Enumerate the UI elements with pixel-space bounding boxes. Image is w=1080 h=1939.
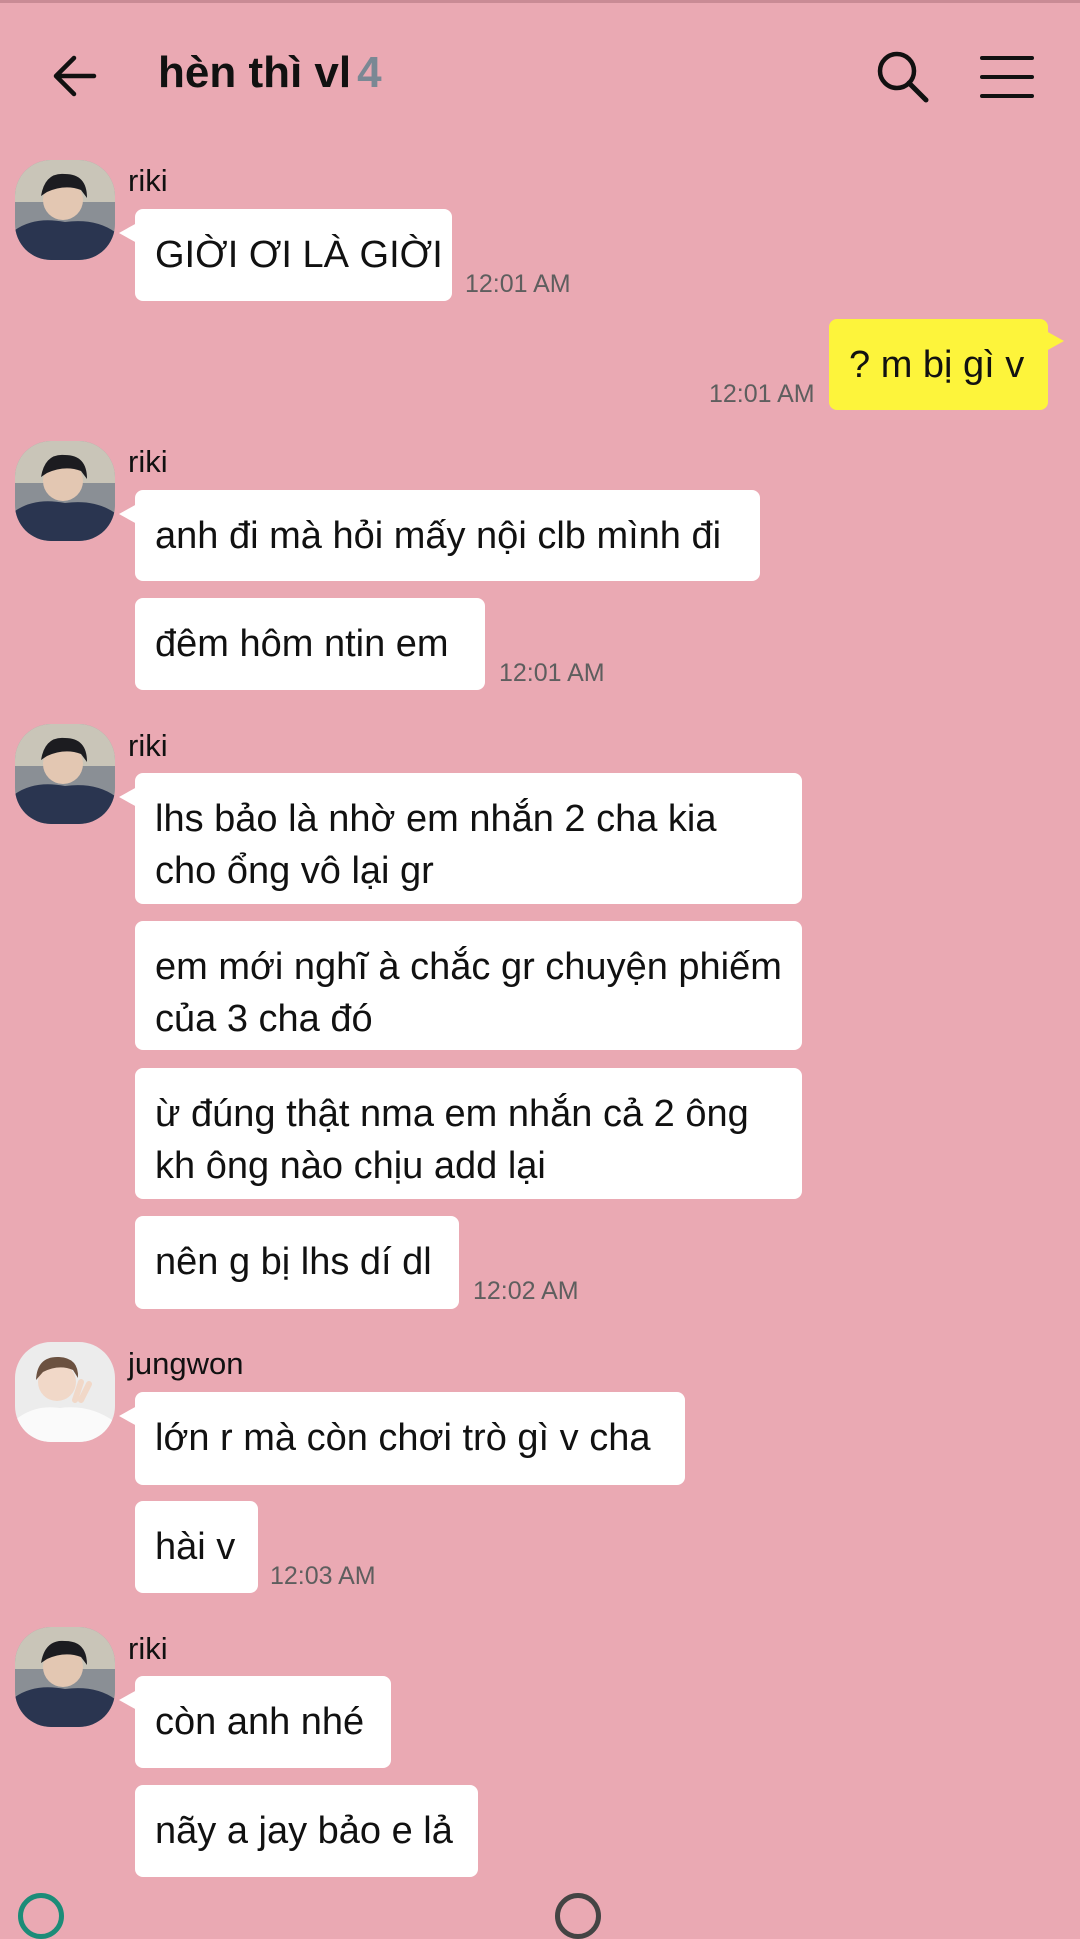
sender-name: riki [128,728,168,763]
own-message-bubble[interactable]: ? m bị gì v [829,319,1064,410]
chat-header: hèn thì vl 4 [0,0,1080,150]
message-bubble[interactable]: anh đi mà hỏi mấy nội clb mình đi [119,490,760,581]
message-bubble[interactable]: lhs bảo là nhờ em nhắn 2 cha kia cho ổng… [119,773,802,904]
message-bubble[interactable]: nên g bị lhs dí dl [135,1216,459,1309]
message-bubble[interactable]: đêm hôm ntin em [135,598,485,690]
search-icon [877,51,929,103]
chat-name: hèn thì vl [158,48,352,97]
sender-name: riki [128,1631,168,1666]
avatar-riki[interactable] [15,160,115,260]
menu-button[interactable] [978,48,1036,106]
search-button[interactable] [872,46,932,106]
message-bubble[interactable]: hài v [135,1501,258,1593]
sender-name: riki [128,444,168,479]
partial-icon-left [18,1893,64,1939]
avatar-jungwon[interactable] [15,1342,115,1442]
message-timestamp: 12:01 AM [465,270,571,298]
message-timestamp: 12:02 AM [473,1277,579,1305]
avatar-photo [15,160,115,260]
chat-title: hèn thì vl 4 [158,48,382,98]
avatar-photo [15,441,115,541]
avatar-riki[interactable] [15,724,115,824]
message-bubble[interactable]: ừ đúng thật nma em nhắn cả 2 ông kh ông … [135,1068,802,1199]
message-bubble[interactable]: còn anh nhé [119,1676,391,1768]
avatar-riki[interactable] [15,441,115,541]
message-timestamp: 12:01 AM [499,659,605,687]
message-timestamp: 12:01 AM [709,380,815,408]
arrow-left-icon [53,55,97,97]
message-bubble[interactable]: lớn r mà còn chơi trò gì v cha [119,1392,685,1485]
message-bubble[interactable]: nãy a jay bảo e lả [135,1785,478,1877]
avatar-photo [15,1627,115,1727]
message-timestamp: 12:03 AM [270,1562,376,1590]
member-count: 4 [357,48,382,97]
avatar-riki[interactable] [15,1627,115,1727]
hamburger-menu-icon [980,56,1034,98]
sender-name: jungwon [128,1346,244,1381]
avatar-photo [15,724,115,824]
sender-name: riki [128,163,168,198]
message-bubble[interactable]: em mới nghĩ à chắc gr chuyện phiếm của 3… [135,921,802,1050]
avatar-photo [15,1342,115,1442]
message-bubble[interactable]: GIỜI ƠI LÀ GIỜI [119,209,452,301]
back-button[interactable] [44,44,108,108]
partial-icon-right [555,1893,601,1939]
